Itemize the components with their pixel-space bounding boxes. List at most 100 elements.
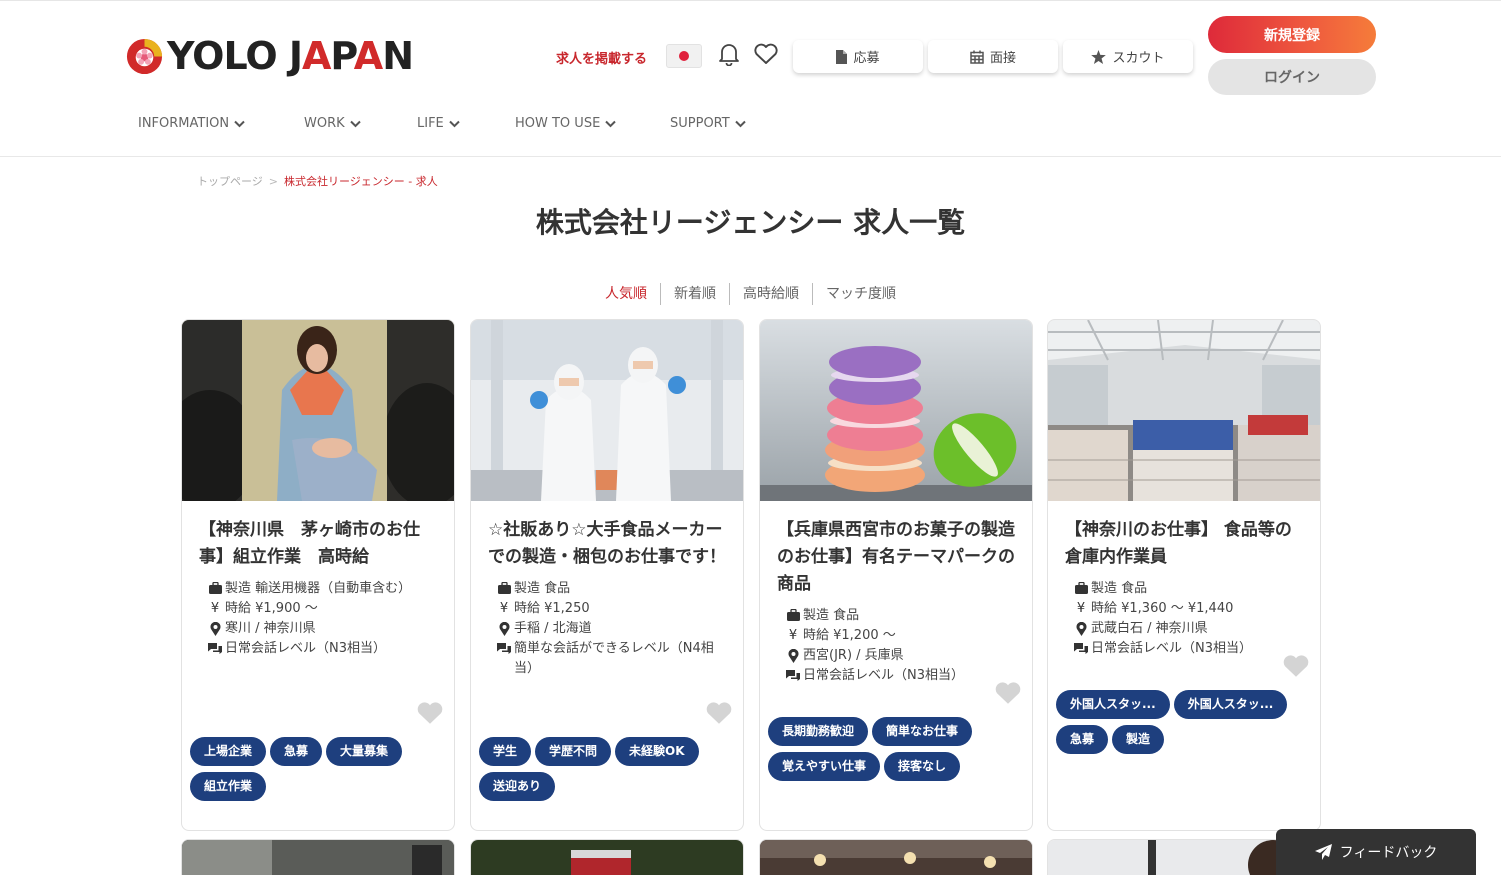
signup-button[interactable]: 新規登録 <box>1208 16 1376 53</box>
breadcrumb-home[interactable]: トップページ <box>197 173 263 189</box>
sort-popular[interactable]: 人気順 <box>592 283 660 305</box>
interview-button[interactable]: 面接 <box>928 40 1058 73</box>
job-tag[interactable]: 上場企業 <box>190 737 267 766</box>
yen-icon: ¥ <box>1076 601 1086 616</box>
job-location: 武蔵白石 / 神奈川県 <box>1091 621 1208 636</box>
apply-button[interactable]: 応募 <box>793 40 923 73</box>
scout-button[interactable]: スカウト <box>1063 40 1193 73</box>
header-divider <box>0 156 1501 157</box>
chevron-down-icon <box>349 120 361 127</box>
login-button[interactable]: ログイン <box>1208 59 1376 95</box>
job-tag[interactable]: 急募 <box>1056 725 1109 754</box>
chat-bubbles-icon <box>497 643 511 654</box>
location-pin-icon <box>788 649 798 663</box>
nav-how-to-use[interactable]: HOW TO USE <box>515 116 616 131</box>
yen-icon: ¥ <box>499 601 509 616</box>
document-icon <box>836 49 848 64</box>
logo-text: YOLO JAPAN <box>167 34 414 78</box>
feedback-label: フィードバック <box>1339 845 1438 861</box>
job-meta: 製造 食品 ¥ 時給 ¥1,360 〜 ¥1,440 武蔵白石 / 神奈川県 日常… <box>1071 579 1303 659</box>
job-language-level: 日常会話レベル（N3相当） <box>803 668 964 683</box>
nav-support[interactable]: SUPPORT <box>670 116 746 131</box>
job-tag[interactable]: 急募 <box>270 737 323 766</box>
job-tag[interactable]: 学生 <box>479 737 532 766</box>
job-card[interactable] <box>759 839 1033 875</box>
job-tag[interactable]: 簡単なお仕事 <box>872 717 973 746</box>
job-location: 西宮(JR) / 兵庫県 <box>803 648 904 663</box>
location-pin-icon <box>210 622 220 636</box>
location-pin-icon <box>499 622 509 636</box>
job-tag[interactable]: 送迎あり <box>479 772 556 801</box>
job-card[interactable]: ☆社販あり☆大手食品メーカーでの製造・梱包のお仕事です！ 製造 食品 ¥ 時給 ¥… <box>470 319 744 831</box>
job-title[interactable]: 【神奈川県 茅ヶ崎市のお仕事】組立作業 高時給 <box>199 517 437 571</box>
yolo-japan-logo[interactable]: YOLO JAPAN <box>125 34 414 78</box>
favorite-heart-icon[interactable] <box>416 701 444 725</box>
job-meta: 製造 輸送用機器（自動車含む） ¥ 時給 ¥1,900 〜 寒川 / 神奈川県 日… <box>205 579 437 659</box>
job-tags: 外国人スタッ... 外国人スタッ... 急募 製造 <box>1052 690 1318 760</box>
sort-highest-wage[interactable]: 高時給順 <box>729 283 812 305</box>
job-meta: 製造 食品 ¥ 時給 ¥1,200 〜 西宮(JR) / 兵庫県 日常会話レベル（… <box>783 606 1015 686</box>
notification-bell-icon[interactable] <box>716 41 742 67</box>
job-title[interactable]: ☆社販あり☆大手食品メーカーでの製造・梱包のお仕事です！ <box>488 517 726 571</box>
job-title[interactable]: 【神奈川のお仕事】 食品等の倉庫内作業員 <box>1065 517 1303 571</box>
nav-work[interactable]: WORK <box>304 116 361 131</box>
sort-match[interactable]: マッチ度順 <box>812 283 909 305</box>
calendar-icon <box>970 50 984 64</box>
job-language-level: 日常会話レベル（N3相当） <box>1091 641 1252 656</box>
job-wage: 時給 ¥1,250 <box>514 601 590 616</box>
chevron-down-icon <box>605 120 616 127</box>
job-title[interactable]: 【兵庫県西宮市のお菓子の製造のお仕事】有名テーマパークの商品 <box>777 517 1015 598</box>
job-tags: 上場企業 急募 大量募集 組立作業 <box>186 737 452 807</box>
job-category: 製造 食品 <box>514 581 571 596</box>
job-tag[interactable]: 外国人スタッ... <box>1056 690 1170 719</box>
job-card[interactable] <box>470 839 744 875</box>
favorite-heart-icon[interactable] <box>994 681 1022 705</box>
job-tag[interactable]: 学歴不問 <box>535 737 612 766</box>
chat-bubbles-icon <box>786 670 800 681</box>
job-tag[interactable]: 大量募集 <box>326 737 403 766</box>
breadcrumb-separator: > <box>268 174 278 188</box>
job-category: 製造 輸送用機器（自動車含む） <box>225 581 412 596</box>
job-card[interactable]: 【神奈川県 茅ヶ崎市のお仕事】組立作業 高時給 製造 輸送用機器（自動車含む） … <box>181 319 455 831</box>
job-photo <box>1048 320 1320 501</box>
job-wage: 時給 ¥1,360 〜 ¥1,440 <box>1091 601 1234 616</box>
language-selector[interactable] <box>666 44 702 68</box>
top-border <box>0 0 1501 1</box>
job-tag[interactable]: 組立作業 <box>190 772 267 801</box>
job-tag[interactable]: 覚えやすい仕事 <box>768 752 881 781</box>
job-photo <box>471 320 743 501</box>
favorites-heart-icon[interactable] <box>753 41 779 67</box>
nav-life[interactable]: LIFE <box>417 116 460 131</box>
job-card[interactable] <box>181 839 455 875</box>
sort-options: 人気順 新着順 高時給順 マッチ度順 <box>0 283 1501 305</box>
apply-label: 応募 <box>853 51 880 66</box>
nav-information[interactable]: INFORMATION <box>138 116 245 131</box>
job-card-body: 【神奈川のお仕事】 食品等の倉庫内作業員 製造 食品 ¥ 時給 ¥1,360 〜 … <box>1048 501 1320 659</box>
job-meta: 製造 食品 ¥ 時給 ¥1,250 手稲 / 北海道 簡単な会話ができるレベル（N… <box>494 579 726 679</box>
job-tag[interactable]: 接客なし <box>884 752 961 781</box>
briefcase-icon <box>1074 582 1088 594</box>
location-pin-icon <box>1076 622 1086 636</box>
favorite-heart-icon[interactable] <box>1282 654 1310 678</box>
job-language-level: 簡単な会話ができるレベル（N4相当） <box>514 641 714 676</box>
job-card[interactable]: 【兵庫県西宮市のお菓子の製造のお仕事】有名テーマパークの商品 製造 食品 ¥ 時給… <box>759 319 1033 831</box>
briefcase-icon <box>497 582 511 594</box>
yen-icon: ¥ <box>210 601 220 616</box>
feedback-button[interactable]: フィードバック <box>1276 829 1476 875</box>
job-card[interactable]: 【神奈川のお仕事】 食品等の倉庫内作業員 製造 食品 ¥ 時給 ¥1,360 〜 … <box>1047 319 1321 831</box>
job-tag[interactable]: 製造 <box>1112 725 1165 754</box>
favorite-heart-icon[interactable] <box>705 701 733 725</box>
post-job-link[interactable]: 求人を掲載する <box>556 48 647 67</box>
job-tags: 長期勤務歓迎 簡単なお仕事 覚えやすい仕事 接客なし <box>764 717 1030 787</box>
job-category: 製造 食品 <box>803 608 860 623</box>
breadcrumb-current: 株式会社リージェンシー - 求人 <box>284 175 438 188</box>
job-tag[interactable]: 長期勤務歓迎 <box>768 717 869 746</box>
chevron-down-icon <box>735 120 746 127</box>
scout-label: スカウト <box>1112 51 1165 66</box>
page-title: 株式会社リージェンシー 求人一覧 <box>535 206 966 239</box>
job-card-body: ☆社販あり☆大手食品メーカーでの製造・梱包のお仕事です！ 製造 食品 ¥ 時給 ¥… <box>471 501 743 679</box>
chat-bubbles-icon <box>1074 643 1088 654</box>
job-tag[interactable]: 外国人スタッ... <box>1173 690 1288 719</box>
job-tag[interactable]: 未経験OK <box>615 737 699 766</box>
sort-newest[interactable]: 新着順 <box>660 283 729 305</box>
